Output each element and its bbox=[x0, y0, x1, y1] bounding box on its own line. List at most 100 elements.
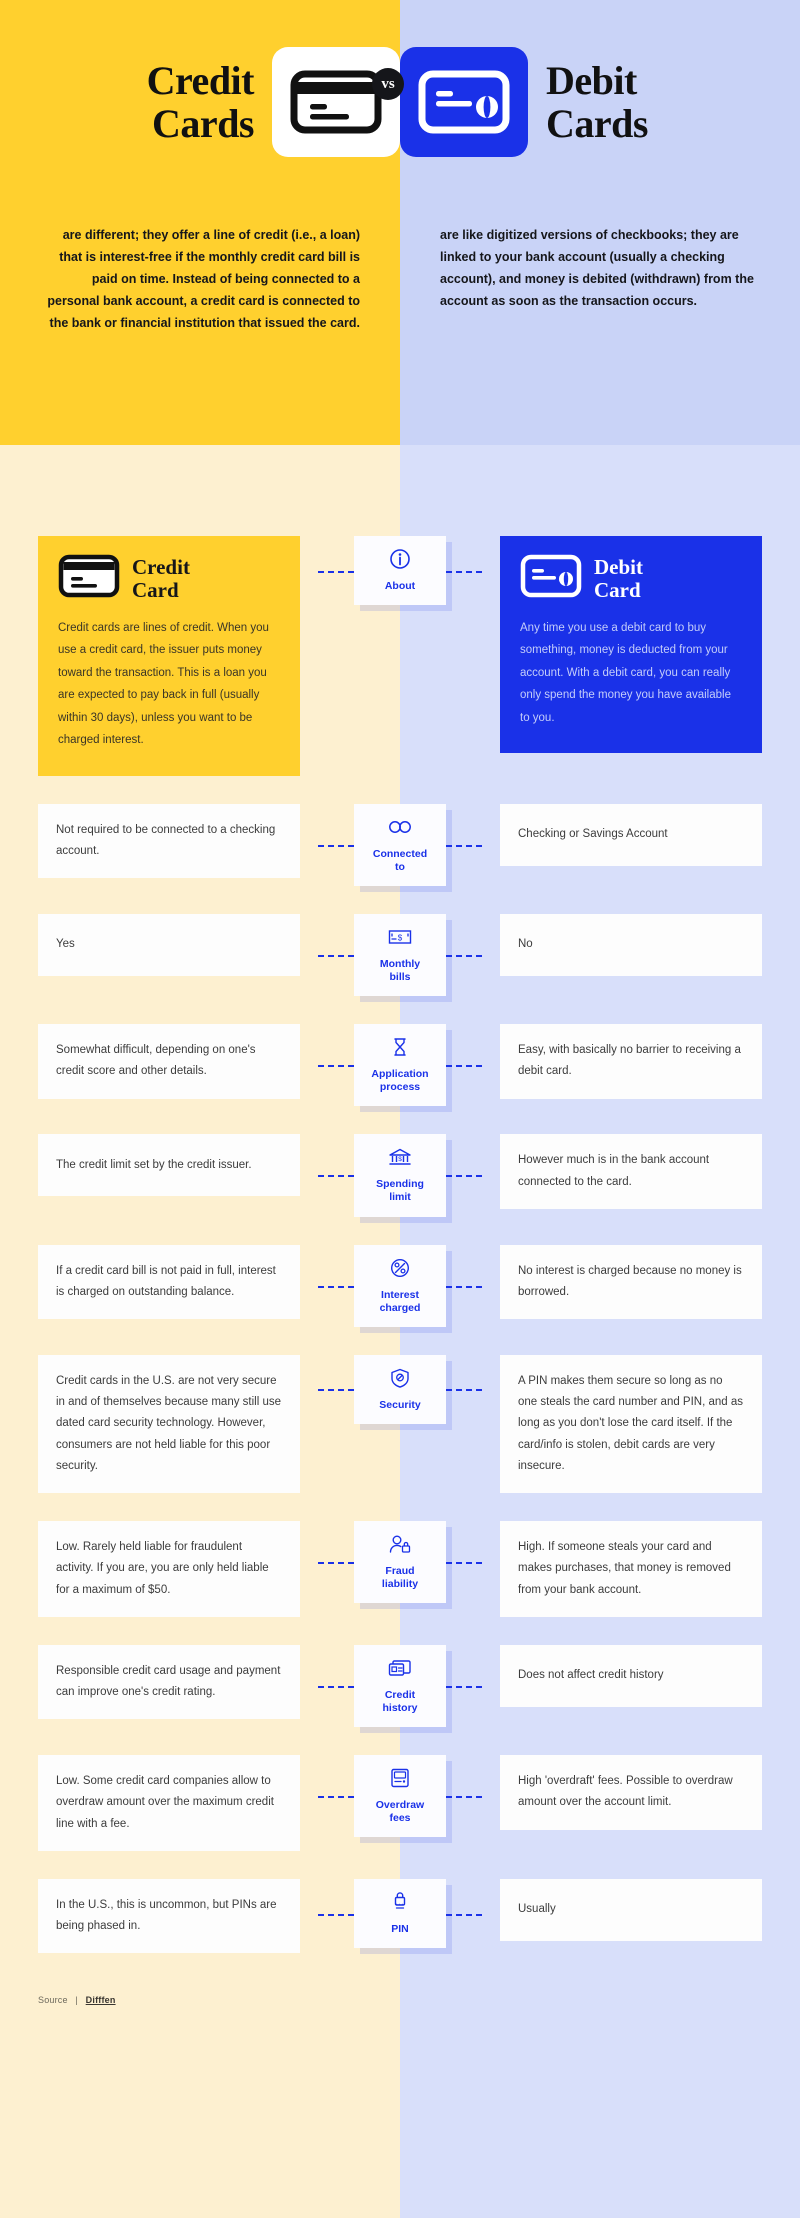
chip-label: Credit history bbox=[382, 1688, 418, 1715]
intro-debit-title: Debit Card bbox=[594, 554, 643, 602]
dash-left bbox=[318, 1389, 354, 1392]
credit-cell: In the U.S., this is uncommon, but PINs … bbox=[38, 1878, 300, 1954]
dash-right bbox=[446, 1686, 482, 1689]
chip-column: Interest charged bbox=[318, 1244, 482, 1327]
credit-cell: Not required to be connected to a checki… bbox=[38, 803, 300, 879]
comparison-row: Responsible credit card usage and paymen… bbox=[0, 1644, 800, 1728]
chip-security[interactable]: Security bbox=[318, 1354, 482, 1424]
intro-credit-title: Credit Card bbox=[132, 554, 190, 602]
debit-cell: High 'overdraft' fees. Possible to overd… bbox=[500, 1755, 762, 1830]
cards-stack-icon bbox=[358, 1657, 442, 1684]
debit-cell-column: Does not affect credit history bbox=[500, 1644, 762, 1707]
debit-cell-column: High 'overdraft' fees. Possible to overd… bbox=[500, 1755, 762, 1830]
hero-titles: Credit Cards Debit Cards bbox=[0, 32, 800, 172]
hourglass-icon bbox=[358, 1036, 442, 1063]
comparison-row: The credit limit set by the credit issue… bbox=[0, 1134, 800, 1217]
intro-credit-head: Credit Card bbox=[58, 554, 280, 603]
chip-overdraw-fees[interactable]: Overdraw fees bbox=[318, 1755, 482, 1838]
debit-cell: No bbox=[500, 913, 762, 976]
debit-card-icon bbox=[400, 47, 528, 157]
chip-connected-to[interactable]: Connected to bbox=[318, 803, 482, 886]
debit-cell: High. If someone steals your card and ma… bbox=[500, 1521, 762, 1617]
comparison-row: Credit cards in the U.S. are not very se… bbox=[0, 1354, 800, 1494]
dash-left bbox=[318, 1913, 354, 1916]
intro-card-credit: Credit Card Credit cards are lines of cre… bbox=[38, 536, 300, 776]
comparison-row: Low. Rarely held liable for fraudulent a… bbox=[0, 1521, 800, 1617]
chip-monthly-bills[interactable]: Monthly bills bbox=[318, 913, 482, 997]
infographic-page: Credit Cards Debit Cards vs are differen… bbox=[0, 0, 800, 2218]
debit-cell-column: Checking or Savings Account bbox=[500, 803, 762, 866]
chip-label: About bbox=[384, 580, 416, 592]
credit-cell-column: Low. Rarely held liable for fraudulent a… bbox=[38, 1521, 300, 1617]
infinity-link-icon bbox=[358, 816, 442, 843]
hero-section: Credit Cards Debit Cards vs are differen… bbox=[0, 0, 800, 482]
dash-left bbox=[318, 570, 354, 573]
percent-circle-icon bbox=[358, 1257, 442, 1284]
chip-label: Connected to bbox=[372, 847, 428, 873]
comparison-row: In the U.S., this is uncommon, but PINs … bbox=[0, 1878, 800, 1954]
credit-cell-column: The credit limit set by the credit issue… bbox=[38, 1134, 300, 1197]
footer-separator: | bbox=[75, 1995, 78, 2006]
info-circle-icon bbox=[358, 548, 442, 575]
debit-cell: However much is in the bank account conn… bbox=[500, 1134, 762, 1209]
dash-left bbox=[318, 1796, 354, 1799]
chip-column: Application process bbox=[318, 1024, 482, 1107]
chip-label: Monthly bills bbox=[379, 957, 421, 983]
chip-label: Overdraw fees bbox=[375, 1799, 425, 1825]
chip-label: PIN bbox=[391, 1922, 409, 1935]
intro-chip-column: About bbox=[318, 536, 482, 606]
credit-cell: Yes bbox=[38, 913, 300, 976]
credit-cell-column: Yes bbox=[38, 913, 300, 976]
comparison-row: Yes Monthly bills No bbox=[0, 913, 800, 997]
chip-label: Fraud liability bbox=[381, 1565, 419, 1591]
chip-credit-history[interactable]: Credit history bbox=[318, 1644, 482, 1728]
intro-credit-text: Credit cards are lines of credit. When y… bbox=[58, 622, 269, 747]
intro-debit-column: Debit Card Any time you use a debit card … bbox=[500, 536, 762, 754]
chip-fraud-liability[interactable]: Fraud liability bbox=[318, 1521, 482, 1604]
comparison-row: Somewhat difficult, depending on one's c… bbox=[0, 1024, 800, 1107]
credit-cell: The credit limit set by the credit issue… bbox=[38, 1134, 300, 1197]
debit-card-icon bbox=[520, 554, 582, 603]
chip-interest-charged[interactable]: Interest charged bbox=[318, 1244, 482, 1327]
chip-column: Monthly bills bbox=[318, 913, 482, 997]
dash-left bbox=[318, 844, 354, 847]
hero-title-debit: Debit Cards bbox=[546, 57, 648, 146]
chip-label: Interest charged bbox=[379, 1288, 421, 1314]
dash-left bbox=[318, 1065, 354, 1068]
debit-cell-column: No interest is charged because no money … bbox=[500, 1244, 762, 1320]
credit-cell-column: In the U.S., this is uncommon, but PINs … bbox=[38, 1878, 300, 1954]
hero-body-debit: are like digitized versions of checkbook… bbox=[440, 228, 754, 308]
chip-about[interactable]: About bbox=[318, 536, 482, 606]
chip-column: PIN bbox=[318, 1878, 482, 1949]
dash-left bbox=[318, 1285, 354, 1288]
debit-cell: Usually bbox=[500, 1878, 762, 1941]
user-lock-icon bbox=[358, 1533, 442, 1560]
dash-right bbox=[446, 1175, 482, 1178]
credit-cell-column: Somewhat difficult, depending on one's c… bbox=[38, 1024, 300, 1099]
debit-cell: No interest is charged because no money … bbox=[500, 1244, 762, 1320]
credit-cell: Somewhat difficult, depending on one's c… bbox=[38, 1024, 300, 1099]
chip-application-process[interactable]: Application process bbox=[318, 1024, 482, 1107]
credit-cell: Low. Rarely held liable for fraudulent a… bbox=[38, 1521, 300, 1617]
dash-right bbox=[446, 1065, 482, 1068]
intro-card-debit: Debit Card Any time you use a debit card … bbox=[500, 536, 762, 754]
cheque-icon bbox=[358, 926, 442, 953]
credit-cell: If a credit card bill is not paid in ful… bbox=[38, 1244, 300, 1320]
dash-left bbox=[318, 954, 354, 957]
chip-pin[interactable]: PIN bbox=[318, 1878, 482, 1949]
chip-column: Connected to bbox=[318, 803, 482, 886]
intro-debit-text: Any time you use a debit card to buy som… bbox=[520, 622, 731, 724]
credit-cell-column: Credit cards in the U.S. are not very se… bbox=[38, 1354, 300, 1494]
credit-cell: Low. Some credit card companies allow to… bbox=[38, 1755, 300, 1851]
chip-spending-limit[interactable]: Spending limit bbox=[318, 1134, 482, 1217]
footer: Source | Difffen bbox=[38, 1995, 800, 2005]
credit-cell-column: Responsible credit card usage and paymen… bbox=[38, 1644, 300, 1720]
dash-right bbox=[446, 954, 482, 957]
debit-cell: Checking or Savings Account bbox=[500, 803, 762, 866]
comparison-row: Low. Some credit card companies allow to… bbox=[0, 1755, 800, 1851]
credit-cell-column: If a credit card bill is not paid in ful… bbox=[38, 1244, 300, 1320]
comparison-rows: Not required to be connected to a checki… bbox=[0, 803, 800, 1954]
dash-left bbox=[318, 1562, 354, 1565]
chip-column: Security bbox=[318, 1354, 482, 1424]
footer-source-link[interactable]: Difffen bbox=[86, 1995, 116, 2005]
